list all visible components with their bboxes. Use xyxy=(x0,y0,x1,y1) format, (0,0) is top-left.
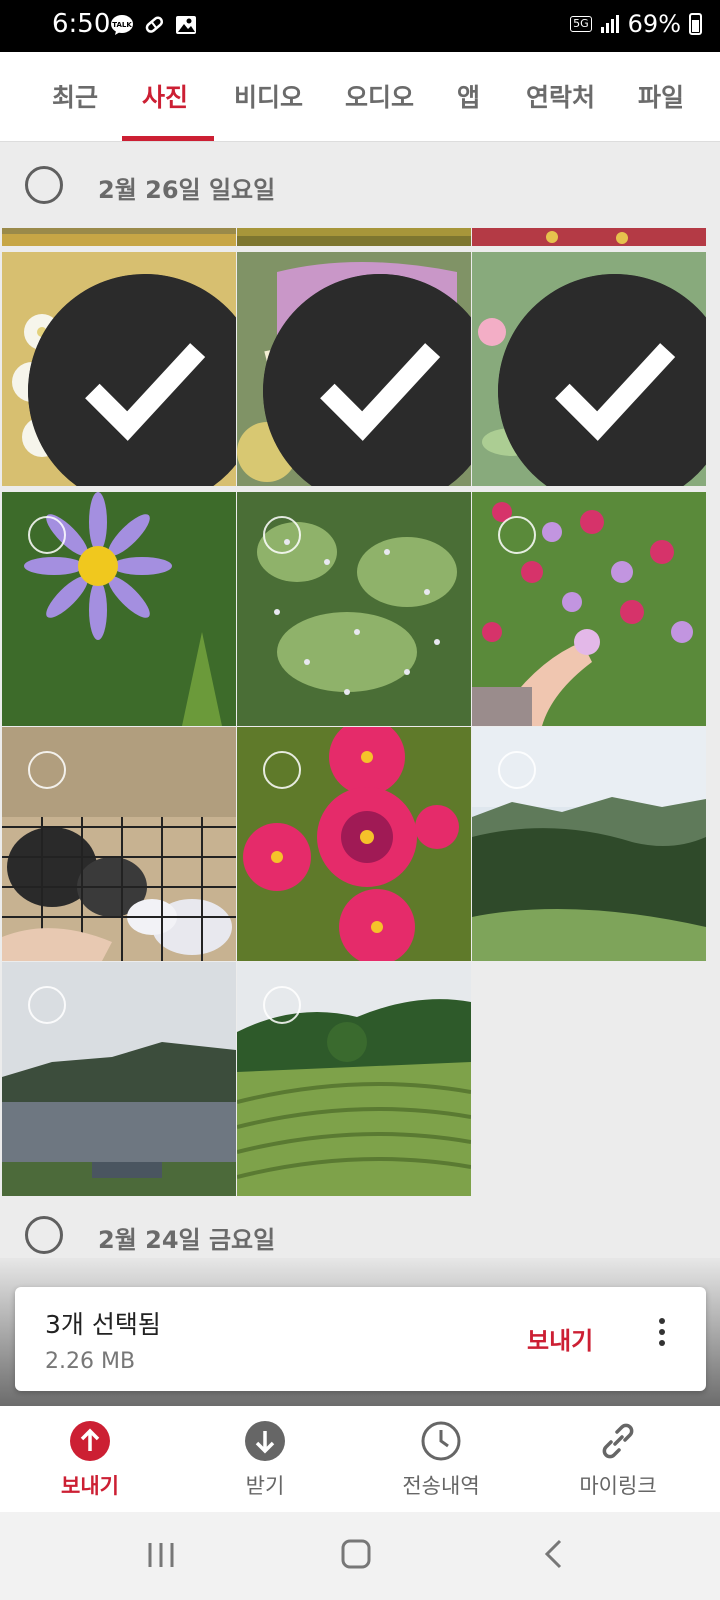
battery-percent: 69% xyxy=(627,10,681,38)
svg-text:TALK: TALK xyxy=(112,21,132,29)
photo-thumbnail[interactable] xyxy=(472,492,706,726)
clock-icon xyxy=(421,1421,461,1461)
selection-summary-card: 3개 선택됨 2.26 MB 보내기 xyxy=(15,1287,706,1391)
photo-thumbnail[interactable] xyxy=(472,252,706,486)
nav-mylink[interactable]: 마이링크 xyxy=(528,1420,708,1500)
unselected-circle[interactable] xyxy=(498,751,536,789)
date-label: 2월 26일 일요일 xyxy=(98,176,276,204)
battery-icon xyxy=(689,13,702,35)
photo-thumbnail[interactable] xyxy=(237,962,471,1196)
select-all-radio[interactable] xyxy=(25,1216,63,1254)
photo-thumbnail[interactable] xyxy=(2,962,236,1196)
selected-size: 2.26 MB xyxy=(45,1349,136,1374)
recent-apps-icon[interactable] xyxy=(146,1540,176,1570)
download-arrow-icon xyxy=(245,1421,285,1461)
selected-count: 3개 선택됨 xyxy=(45,1310,161,1339)
talk-icon: TALK xyxy=(111,15,133,35)
photo-thumbnail[interactable] xyxy=(2,252,236,486)
unselected-circle[interactable] xyxy=(28,516,66,554)
tab-audio[interactable]: 오디오 xyxy=(345,78,414,114)
image-icon xyxy=(176,16,196,34)
tab-video[interactable]: 비디오 xyxy=(234,78,303,114)
photo-thumbnail-partial[interactable] xyxy=(472,228,706,246)
nav-send[interactable]: 보내기 xyxy=(0,1420,180,1500)
date-group-header: 2월 26일 일요일 xyxy=(0,142,720,228)
unselected-circle[interactable] xyxy=(263,516,301,554)
nav-receive-label: 받기 xyxy=(245,1474,285,1498)
upload-arrow-icon xyxy=(70,1421,110,1461)
unselected-circle[interactable] xyxy=(28,986,66,1024)
unselected-circle[interactable] xyxy=(263,986,301,1024)
unselected-circle[interactable] xyxy=(28,751,66,789)
nav-send-label: 보내기 xyxy=(61,1474,119,1498)
status-time: 6:50 xyxy=(52,9,111,39)
photo-thumbnail[interactable] xyxy=(2,492,236,726)
nav-receive[interactable]: 받기 xyxy=(175,1420,355,1500)
photo-thumbnail-partial[interactable] xyxy=(2,228,236,246)
tab-photos[interactable]: 사진 xyxy=(142,78,188,114)
system-navigation-bar xyxy=(0,1512,720,1600)
back-icon[interactable] xyxy=(542,1538,566,1570)
photo-thumbnail-partial[interactable] xyxy=(237,228,471,246)
photo-thumbnail[interactable] xyxy=(2,727,236,961)
unselected-circle[interactable] xyxy=(498,516,536,554)
unselected-circle[interactable] xyxy=(263,751,301,789)
active-tab-indicator xyxy=(122,136,214,141)
nav-mylink-label: 마이링크 xyxy=(579,1474,657,1498)
nav-history[interactable]: 전송내역 xyxy=(351,1420,531,1500)
photo-thumbnail[interactable] xyxy=(237,492,471,726)
photo-thumbnail[interactable] xyxy=(472,727,706,961)
bottom-navigation: 보내기 받기 전송내역 마이링크 xyxy=(0,1406,720,1512)
category-tabs: 최근 사진 비디오 오디오 앱 연락처 파일 xyxy=(0,52,720,142)
tab-apps[interactable]: 앱 xyxy=(457,78,480,114)
photo-thumbnail[interactable] xyxy=(237,252,471,486)
home-icon[interactable] xyxy=(340,1538,372,1570)
network-type: 5G xyxy=(570,16,592,32)
status-bar: 6:50 TALK 5G 69% xyxy=(0,0,720,52)
signal-icon xyxy=(600,15,619,33)
pill-icon xyxy=(145,16,164,33)
photo-thumbnail[interactable] xyxy=(237,727,471,961)
tab-recent[interactable]: 최근 xyxy=(52,78,98,114)
select-all-radio[interactable] xyxy=(25,166,63,204)
send-button[interactable]: 보내기 xyxy=(527,1321,593,1356)
tab-contacts[interactable]: 연락처 xyxy=(526,78,595,114)
nav-history-label: 전송내역 xyxy=(402,1474,480,1498)
more-options-icon[interactable] xyxy=(655,1313,669,1361)
date-label: 2월 24일 금요일 xyxy=(98,1226,276,1254)
link-icon xyxy=(602,1423,634,1459)
tab-files[interactable]: 파일 xyxy=(638,78,684,114)
